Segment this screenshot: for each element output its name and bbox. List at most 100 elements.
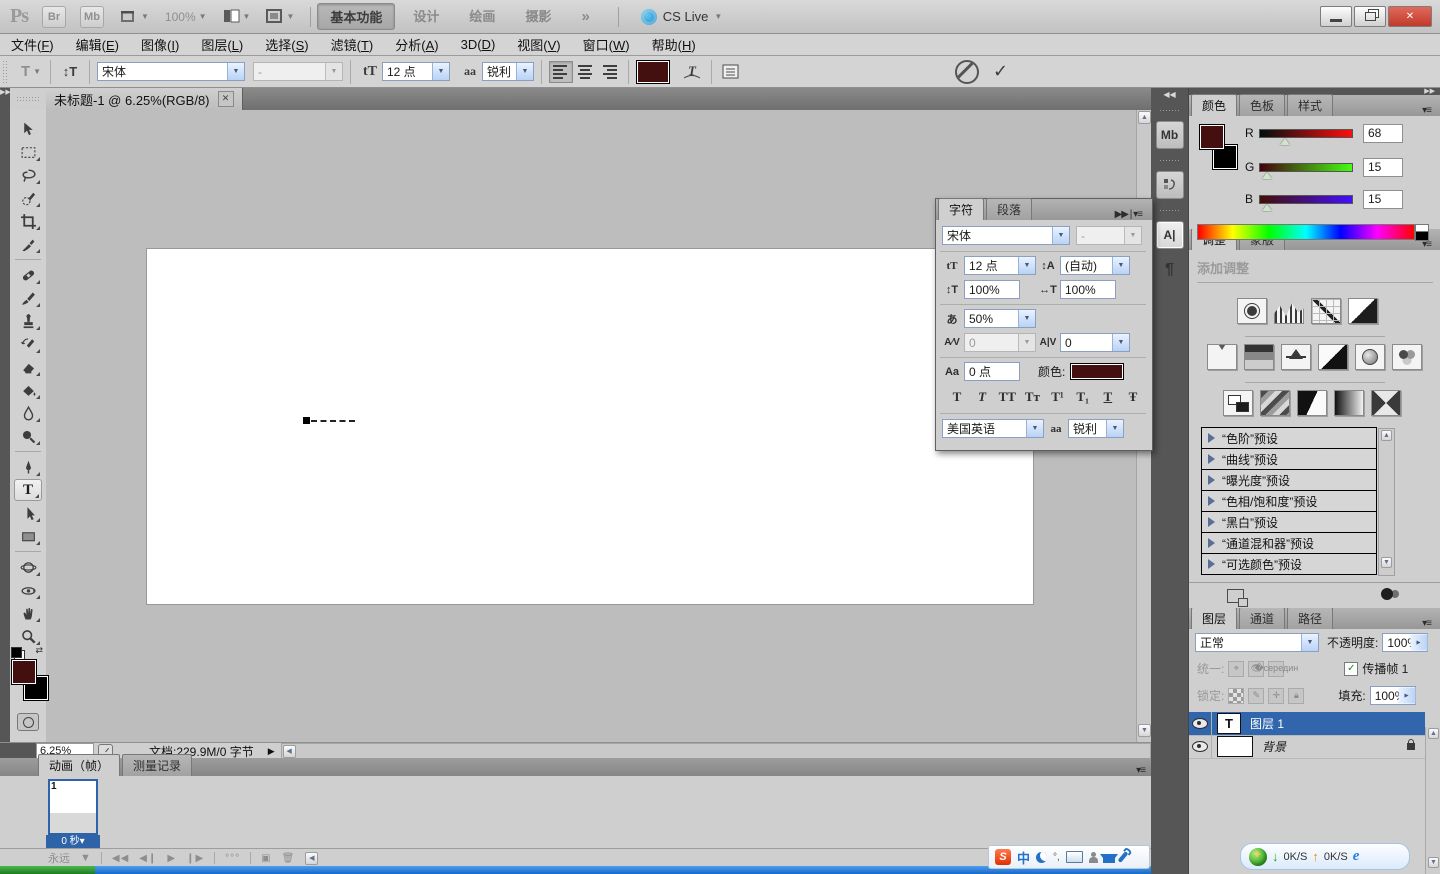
cp-tracking-select[interactable]: 0	[1060, 333, 1130, 352]
red-slider-handle[interactable]	[1280, 137, 1291, 145]
green-value-field[interactable]: 15	[1363, 157, 1403, 177]
anti-alias-select[interactable]: 锐利	[482, 62, 534, 81]
document-close-icon[interactable]: ✕	[217, 91, 234, 107]
expanded-view-icon[interactable]	[1227, 589, 1248, 607]
blue-slider-handle[interactable]	[1261, 203, 1272, 211]
layers-scroll-up-icon[interactable]: ▲	[1428, 728, 1439, 739]
taskbar-start-sliver[interactable]	[0, 866, 95, 874]
photo-filter-icon[interactable]	[1355, 344, 1385, 370]
document-canvas[interactable]	[146, 248, 1034, 605]
curves-icon[interactable]	[1311, 298, 1341, 324]
green-slider-handle[interactable]	[1261, 171, 1272, 179]
animation-panel-menu-icon[interactable]: ▾≡	[1136, 765, 1146, 776]
new-frame-button[interactable]: ▣	[261, 853, 271, 864]
threshold-icon[interactable]	[1297, 390, 1327, 416]
paragraph-panel-icon[interactable]: ¶	[1157, 257, 1183, 283]
layer-name[interactable]: 图层 1	[1250, 715, 1284, 732]
layers-scroll-down-icon[interactable]: ▼	[1428, 857, 1439, 868]
cp-baseline-field[interactable]: 0 点	[964, 362, 1020, 381]
ie-browser-icon[interactable]: e	[1353, 848, 1360, 865]
eraser-tool[interactable]	[14, 356, 42, 378]
cp-language-select[interactable]: 美国英语	[942, 419, 1044, 438]
hue-saturation-icon[interactable]	[1244, 344, 1274, 370]
cp-size-select[interactable]: 12 点	[964, 256, 1036, 275]
pen-tool[interactable]	[14, 456, 42, 478]
settings-wrench-icon[interactable]	[1117, 851, 1129, 863]
blend-mode-select[interactable]: 正常	[1195, 633, 1319, 652]
red-value-field[interactable]: 68	[1363, 123, 1403, 143]
align-left-button[interactable]	[549, 60, 573, 83]
lock-all-icon[interactable]: 🔒︎	[1288, 687, 1305, 704]
spot-healing-brush-tool[interactable]	[14, 264, 42, 286]
cs-live-button[interactable]: CS Live ▼	[640, 8, 722, 25]
strikethrough-button[interactable]: Ŧ	[1122, 389, 1144, 405]
frame-delay-button[interactable]: 0 秒▾	[46, 835, 100, 848]
cp-leading-select[interactable]: (自动)	[1060, 256, 1130, 275]
play-button[interactable]: ▶	[167, 853, 176, 864]
scroll-up-icon[interactable]: ▲	[1138, 111, 1151, 124]
quick-selection-tool[interactable]	[14, 187, 42, 209]
panel-tab[interactable]: 色板	[1239, 94, 1286, 116]
menu-item[interactable]: 图像(I)	[130, 33, 190, 56]
warp-text-icon[interactable]: T	[680, 60, 704, 84]
frames-scroll-left-icon[interactable]: ◀	[305, 851, 319, 865]
cp-font-style-select[interactable]: -	[1076, 226, 1142, 245]
path-selection-tool[interactable]	[14, 502, 42, 524]
panel-tab[interactable]: 字符	[938, 198, 985, 220]
presets-scroll-up-icon[interactable]: ▲	[1381, 430, 1392, 441]
expand-triangle-icon[interactable]	[1208, 538, 1215, 548]
selective-color-icon[interactable]	[1371, 390, 1401, 416]
horizontal-scrollbar[interactable]: ◀	[280, 743, 1151, 759]
menu-item[interactable]: 图层(L)	[190, 33, 254, 56]
zoom-tool[interactable]	[14, 625, 42, 647]
menu-item[interactable]: 文件(F)	[0, 33, 65, 56]
unify-position-icon[interactable]: ⌖	[1228, 660, 1245, 677]
previous-frame-button[interactable]: ◀❙	[139, 853, 157, 864]
lock-position-icon[interactable]: ✛	[1268, 687, 1285, 704]
launch-bridge-icon[interactable]: ▼	[120, 9, 149, 25]
faux-bold-button[interactable]: T	[946, 389, 968, 405]
animation-tab[interactable]: 动画（帧）	[38, 754, 121, 776]
lock-transparency-icon[interactable]	[1228, 687, 1245, 704]
loop-mode-select[interactable]: 永远	[48, 850, 70, 866]
red-slider[interactable]	[1259, 128, 1353, 145]
subscript-button[interactable]: T₁	[1072, 389, 1094, 405]
cp-font-family-select[interactable]: 宋体	[942, 226, 1070, 245]
character-panel-dock-icon[interactable]: ▶▶ | ▾≡	[1115, 209, 1143, 220]
zoom-level-control[interactable]: 100% ▼	[165, 10, 207, 24]
dock-collapse-icon[interactable]: ◀◀	[1151, 90, 1188, 99]
tools-panel-grip[interactable]	[10, 88, 46, 111]
text-orientation-icon[interactable]: ↕T	[58, 60, 82, 84]
menu-item[interactable]: 3D(D)	[450, 35, 507, 54]
workspace-overflow-button[interactable]: »	[569, 5, 601, 28]
scroll-down-icon[interactable]: ▼	[1138, 724, 1151, 737]
cp-horizontal-scale-field[interactable]: 100%	[1060, 280, 1116, 299]
expand-triangle-icon[interactable]	[1208, 433, 1215, 443]
vibrance-icon[interactable]	[1207, 344, 1237, 370]
3d-rotate-tool[interactable]	[14, 556, 42, 578]
panel-tab[interactable]: 样式	[1287, 94, 1334, 116]
status-flyout-icon[interactable]: ▶	[268, 746, 275, 757]
presets-scrollbar[interactable]: ▲ ▼	[1378, 428, 1395, 576]
underline-button[interactable]: T	[1097, 389, 1119, 405]
menu-item[interactable]: 选择(S)	[254, 33, 319, 56]
layer-visibility-toggle[interactable]	[1189, 712, 1212, 735]
font-style-select[interactable]: -	[253, 62, 343, 81]
foreground-color-swatch[interactable]	[1199, 124, 1225, 150]
fill-field[interactable]: 100%	[1369, 686, 1416, 705]
channel-mixer-icon[interactable]	[1392, 344, 1422, 370]
accelerator-ball-icon[interactable]	[1249, 847, 1267, 866]
preset-row[interactable]: “曲线”预设	[1201, 448, 1377, 470]
align-right-button[interactable]	[597, 61, 621, 83]
menu-item[interactable]: 视图(V)	[506, 33, 571, 56]
minibridge-button[interactable]: Mb	[80, 5, 104, 28]
superscript-button[interactable]: T¹	[1047, 389, 1069, 405]
history-panel-icon[interactable]	[1155, 171, 1184, 199]
expand-triangle-icon[interactable]	[1208, 517, 1215, 527]
layers-panel-menu-icon[interactable]: ▾≡	[1422, 618, 1432, 629]
layer-thumbnail[interactable]	[1217, 736, 1253, 757]
cp-tsume-select[interactable]: 50%	[964, 309, 1036, 328]
preset-row[interactable]: “色相/饱和度”预设	[1201, 490, 1377, 512]
rectangular-marquee-tool[interactable]	[14, 141, 42, 163]
cp-antialias-select[interactable]: 锐利	[1068, 419, 1124, 438]
